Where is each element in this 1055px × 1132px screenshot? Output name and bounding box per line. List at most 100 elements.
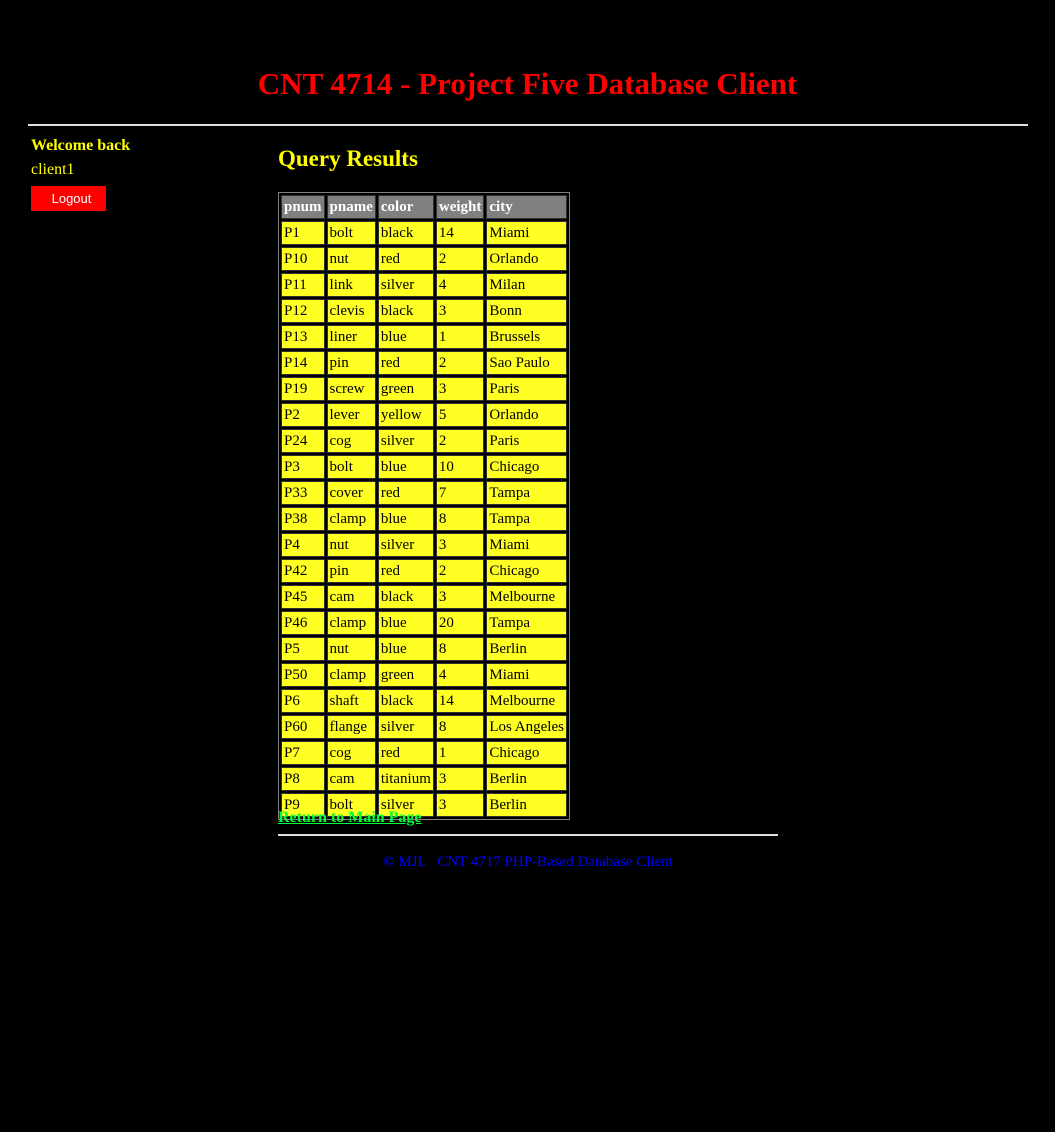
table-cell-color: silver <box>377 533 434 557</box>
table-cell-city: Chicago <box>486 559 567 583</box>
table-cell-pnum: P50 <box>281 663 325 687</box>
footer-divider <box>278 834 778 836</box>
column-header: color <box>377 195 434 219</box>
table-cell-weight: 4 <box>435 663 485 687</box>
table-cell-city: Orlando <box>486 247 567 271</box>
table-row: P8 cam titanium 3 Berlin <box>281 767 567 791</box>
table-cell-color: blue <box>377 611 434 635</box>
table-cell-color: green <box>377 377 434 401</box>
table-cell-city: Miami <box>486 221 567 245</box>
table-cell-pnum: P24 <box>281 429 325 453</box>
table-cell-pnum: P60 <box>281 715 325 739</box>
table-cell-city: Melbourne <box>486 585 567 609</box>
footer-text: © MJL CNT 4717 PHP-Based Database Client <box>383 854 673 870</box>
table-cell-color: silver <box>377 715 434 739</box>
table-cell-pnum: P8 <box>281 767 325 791</box>
table-cell-pnum: P46 <box>281 611 325 635</box>
table-row: P12 clevis black 3 Bonn <box>281 299 567 323</box>
table-row: P13 liner blue 1 Brussels <box>281 325 567 349</box>
table-row: P38 clamp blue 8 Tampa <box>281 507 567 531</box>
table-cell-pname: nut <box>326 533 376 557</box>
table-row: P45 cam black 3 Melbourne <box>281 585 567 609</box>
table-cell-color: yellow <box>377 403 434 427</box>
table-cell-weight: 8 <box>435 715 485 739</box>
table-body: P1 bolt black 14 Miami P10 nut red 2 Orlando P11 li… <box>281 221 567 817</box>
table-cell-city: Miami <box>486 533 567 557</box>
table-row: P7 cog red 1 Chicago <box>281 741 567 765</box>
table-cell-weight: 4 <box>435 273 485 297</box>
column-header: city <box>486 195 567 219</box>
logout-button[interactable]: Logout <box>31 186 106 211</box>
table-cell-pnum: P3 <box>281 455 325 479</box>
table-cell-color: red <box>377 741 434 765</box>
table-cell-city: Berlin <box>486 637 567 661</box>
table-cell-city: Tampa <box>486 611 567 635</box>
table-cell-pnum: P2 <box>281 403 325 427</box>
welcome-label: Welcome back <box>31 137 131 154</box>
table-row: P10 nut red 2 Orlando <box>281 247 567 271</box>
table-cell-city: Tampa <box>486 481 567 505</box>
table-cell-pname: link <box>326 273 376 297</box>
table-cell-city: Chicago <box>486 741 567 765</box>
table-cell-weight: 2 <box>435 247 485 271</box>
table-cell-color: green <box>377 663 434 687</box>
table-row: P3 bolt blue 10 Chicago <box>281 455 567 479</box>
table-cell-weight: 3 <box>435 533 485 557</box>
table-cell-color: black <box>377 689 434 713</box>
table-cell-pnum: P12 <box>281 299 325 323</box>
table-cell-color: blue <box>377 325 434 349</box>
table-cell-pname: cam <box>326 767 376 791</box>
table-cell-weight: 3 <box>435 377 485 401</box>
table-cell-pname: cam <box>326 585 376 609</box>
table-cell-weight: 2 <box>435 351 485 375</box>
table-cell-pnum: P19 <box>281 377 325 401</box>
table-row: P50 clamp green 4 Miami <box>281 663 567 687</box>
table-cell-pname: clamp <box>326 507 376 531</box>
table-row: P1 bolt black 14 Miami <box>281 221 567 245</box>
table-cell-color: red <box>377 481 434 505</box>
table-cell-city: Chicago <box>486 455 567 479</box>
table-cell-color: black <box>377 299 434 323</box>
table-cell-weight: 5 <box>435 403 485 427</box>
table-cell-pname: nut <box>326 637 376 661</box>
table-row: P24 cog silver 2 Paris <box>281 429 567 453</box>
results-table: pnum pname color weight city P1 bolt black… <box>278 192 570 820</box>
table-cell-color: red <box>377 559 434 583</box>
table-row: P5 nut blue 8 Berlin <box>281 637 567 661</box>
table-cell-city: Berlin <box>486 793 567 817</box>
table-cell-city: Tampa <box>486 507 567 531</box>
table-row: P4 nut silver 3 Miami <box>281 533 567 557</box>
table-cell-city: Bonn <box>486 299 567 323</box>
table-cell-color: silver <box>377 429 434 453</box>
table-cell-pname: liner <box>326 325 376 349</box>
table-row: P2 lever yellow 5 Orlando <box>281 403 567 427</box>
table-cell-pname: clamp <box>326 663 376 687</box>
table-cell-city: Sao Paulo <box>486 351 567 375</box>
table-cell-weight: 3 <box>435 767 485 791</box>
table-cell-pname: shaft <box>326 689 376 713</box>
table-cell-weight: 3 <box>435 585 485 609</box>
table-row: P14 pin red 2 Sao Paulo <box>281 351 567 375</box>
table-cell-city: Paris <box>486 377 567 401</box>
table-cell-city: Orlando <box>486 403 567 427</box>
table-cell-pnum: P11 <box>281 273 325 297</box>
header-divider <box>28 124 1028 126</box>
table-cell-pnum: P45 <box>281 585 325 609</box>
username-label: client1 <box>31 161 75 178</box>
table-cell-pnum: P1 <box>281 221 325 245</box>
table-cell-city: Brussels <box>486 325 567 349</box>
table-cell-pname: pin <box>326 351 376 375</box>
table-cell-weight: 10 <box>435 455 485 479</box>
table-cell-pnum: P13 <box>281 325 325 349</box>
column-header: pnum <box>281 195 325 219</box>
table-cell-pname: clamp <box>326 611 376 635</box>
return-to-main-link[interactable]: Return to Main Page <box>278 808 422 828</box>
table-cell-weight: 3 <box>435 299 485 323</box>
table-cell-pnum: P5 <box>281 637 325 661</box>
table-cell-color: blue <box>377 507 434 531</box>
table-row: P46 clamp blue 20 Tampa <box>281 611 567 635</box>
table-cell-weight: 20 <box>435 611 485 635</box>
table-cell-color: black <box>377 585 434 609</box>
table-row: P11 link silver 4 Milan <box>281 273 567 297</box>
table-cell-weight: 1 <box>435 741 485 765</box>
